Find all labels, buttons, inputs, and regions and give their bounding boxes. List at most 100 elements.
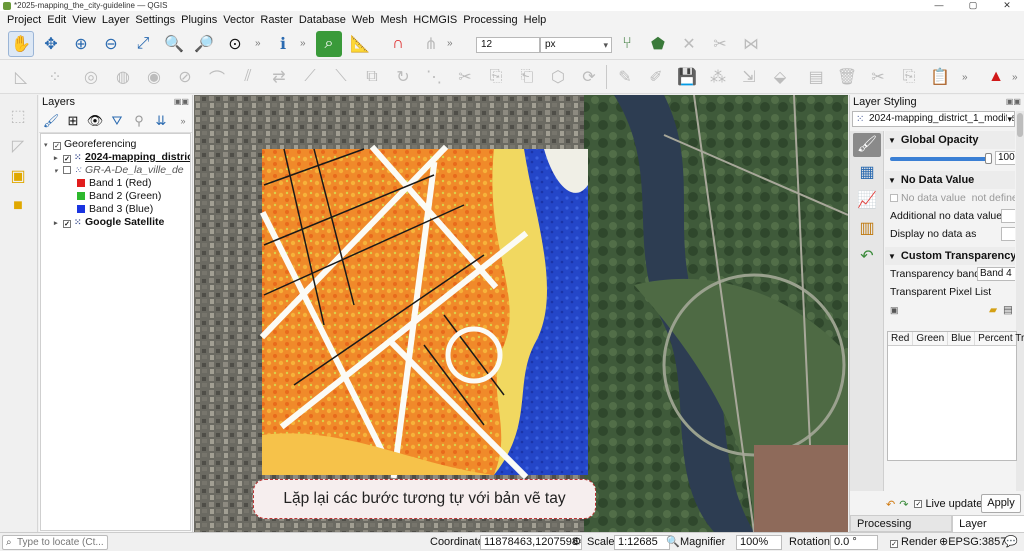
- offset-curve-button[interactable]: ⫽: [235, 64, 261, 90]
- panel-float-close-icon[interactable]: ▣▣: [174, 95, 189, 109]
- select-by-location-button[interactable]: ■: [5, 193, 31, 219]
- collapse-arrow-icon[interactable]: ▼: [888, 176, 896, 185]
- add-ring-button[interactable]: ◎: [78, 64, 104, 90]
- scale-combo[interactable]: 1:12685: [614, 535, 670, 550]
- identify-features-button[interactable]: ℹ: [270, 31, 296, 57]
- opacity-value-input[interactable]: 100.0: [995, 151, 1015, 165]
- opacity-slider-handle[interactable]: [985, 153, 992, 164]
- menu-web[interactable]: Web: [349, 14, 377, 26]
- rotate-point-button[interactable]: ↻: [390, 64, 416, 90]
- topology-button[interactable]: ⋔: [418, 31, 444, 57]
- zoom-out-button[interactable]: ⊖: [98, 31, 124, 57]
- menu-vector[interactable]: Vector: [220, 14, 257, 26]
- transparent-pixel-table[interactable]: Red Green Blue Percent Transparent: [887, 331, 1024, 461]
- snapping-button[interactable]: ∩: [385, 31, 411, 57]
- style-manager-icon[interactable]: 🖌: [42, 113, 60, 129]
- chevron-right-icon[interactable]: »: [962, 72, 968, 83]
- cut-button[interactable]: ✂: [865, 64, 891, 90]
- collapse-arrow-icon[interactable]: ▾: [54, 165, 63, 177]
- rotate-features-button[interactable]: ⟳: [576, 64, 602, 90]
- menu-hcmgis[interactable]: HCMGIS: [410, 14, 460, 26]
- menu-help[interactable]: Help: [521, 14, 550, 26]
- fill-ring-button[interactable]: ◉: [141, 64, 167, 90]
- reverse-line-button[interactable]: ⇄: [266, 64, 292, 90]
- undo-icon[interactable]: ↶: [886, 498, 895, 511]
- column-header[interactable]: Green: [913, 332, 949, 345]
- menu-settings[interactable]: Settings: [132, 14, 178, 26]
- chevron-right-icon[interactable]: »: [300, 38, 306, 49]
- split-button[interactable]: ✂: [707, 31, 733, 57]
- georeferencer-button[interactable]: ▲: [983, 64, 1009, 90]
- copy-features-button[interactable]: ⎘: [483, 64, 509, 90]
- custom-transparency-section[interactable]: ▼ Custom Transparency Options: [885, 247, 1015, 265]
- coordinate-field[interactable]: 11878463,1207598: [480, 535, 583, 550]
- collapse-arrow-icon[interactable]: ▼: [888, 136, 896, 145]
- fill-ring-2-button[interactable]: ⬡: [545, 64, 571, 90]
- toggle-editing-button[interactable]: ✎: [612, 64, 638, 90]
- layer-checkbox[interactable]: [63, 166, 71, 174]
- menu-raster[interactable]: Raster: [257, 14, 295, 26]
- column-header[interactable]: Blue: [948, 332, 976, 345]
- paste-features-button[interactable]: ⎗: [514, 64, 540, 90]
- tab-transparency[interactable]: ▦: [853, 161, 881, 185]
- delete-ring-button[interactable]: ✕: [676, 31, 702, 57]
- magnifier-spinbox[interactable]: 100%: [736, 535, 782, 550]
- zoom-full-button[interactable]: ⤢: [130, 31, 156, 57]
- digitize-button[interactable]: ◺: [8, 64, 34, 90]
- layer-checkbox[interactable]: ✓: [63, 155, 71, 163]
- column-header[interactable]: Percent Transparent: [975, 332, 1024, 345]
- layer-row-mapping-district[interactable]: ▸✓⁙2024-mapping_district_1_modified: [41, 151, 190, 164]
- no-data-checkbox[interactable]: [890, 194, 898, 202]
- column-header[interactable]: Red: [888, 332, 914, 345]
- tab-symbology[interactable]: 🖌: [853, 133, 881, 157]
- size-spinbox[interactable]: 12: [476, 37, 540, 53]
- map-canvas[interactable]: Lặp lại các bước tương tự với bản vẽ tay: [194, 95, 848, 532]
- menu-project[interactable]: Project: [4, 14, 44, 26]
- transparency-band-select[interactable]: Band 4 (Alpha): [977, 267, 1015, 281]
- search-button[interactable]: ⌕: [316, 31, 342, 57]
- tab-processing-toolbox[interactable]: Processing Toolbox: [850, 515, 953, 547]
- cut-features-button[interactable]: ✂: [452, 64, 478, 90]
- add-feature-button[interactable]: ⁂: [705, 64, 731, 90]
- additional-no-data-input[interactable]: [1001, 209, 1015, 223]
- simplify-button[interactable]: ⋱: [421, 64, 447, 90]
- zoom-in-button[interactable]: ⊕: [68, 31, 94, 57]
- panel-float-close-icon[interactable]: ▣▣: [1006, 95, 1021, 109]
- menu-layer[interactable]: Layer: [99, 14, 133, 26]
- multi-edit-button[interactable]: ✐: [643, 64, 669, 90]
- node-tool-button[interactable]: ⬙: [767, 64, 793, 90]
- apply-button[interactable]: Apply: [981, 494, 1021, 513]
- menu-view[interactable]: View: [69, 14, 99, 26]
- crs-button[interactable]: ⊕EPSG:3857: [939, 535, 1006, 550]
- zoom-native-button[interactable]: ⊙: [222, 31, 248, 57]
- tab-layer-styling[interactable]: Layer Styling: [952, 515, 1024, 547]
- tab-histogram[interactable]: 📈: [853, 189, 881, 213]
- redo-icon[interactable]: ↷: [899, 498, 908, 511]
- folder-icon[interactable]: ▰: [989, 301, 997, 319]
- select-features-button[interactable]: ⬚: [5, 103, 31, 129]
- close-button[interactable]: ✕: [990, 0, 1024, 11]
- layer-row-google-satellite[interactable]: ▸ ✓ ⁙ Google Satellite: [41, 216, 190, 229]
- rotation-spinbox[interactable]: 0.0 °: [830, 535, 878, 550]
- styling-scrollbar[interactable]: [1016, 111, 1024, 491]
- render-toggle[interactable]: ✓ Render: [890, 535, 937, 550]
- layer-row-gr-a-de-la-ville[interactable]: ▾ ⁙ GR-A-De_la_ville_de: [41, 164, 190, 177]
- minimize-button[interactable]: —: [922, 0, 956, 11]
- save-icon[interactable]: ▣: [890, 305, 899, 315]
- locator-search-input[interactable]: ⌕ Type to locate (Ct...: [2, 535, 108, 550]
- chevron-right-icon[interactable]: »: [1012, 72, 1018, 83]
- vertex-tool-button[interactable]: ⁘: [42, 64, 68, 90]
- layer-checkbox[interactable]: ✓: [53, 142, 61, 150]
- chevron-right-icon[interactable]: »: [174, 116, 192, 126]
- layer-select-combo[interactable]: ⁙ 2024-mapping_district_1_modified: [852, 111, 1015, 127]
- filter-legend-icon[interactable]: ⚲: [130, 113, 148, 129]
- attribute-table-button[interactable]: ▤: [803, 64, 829, 90]
- delete-part-button[interactable]: ⊘: [172, 64, 198, 90]
- split-parts-button[interactable]: ⟍: [328, 64, 354, 90]
- measure-button[interactable]: 📐: [347, 31, 373, 57]
- trace-button[interactable]: ⑂: [614, 31, 640, 57]
- global-opacity-section[interactable]: ▼ Global Opacity: [885, 131, 1015, 149]
- scrollbar-thumb[interactable]: [1017, 113, 1023, 137]
- opacity-slider-track[interactable]: [890, 157, 988, 161]
- collapse-arrow-icon[interactable]: ▾: [44, 139, 53, 151]
